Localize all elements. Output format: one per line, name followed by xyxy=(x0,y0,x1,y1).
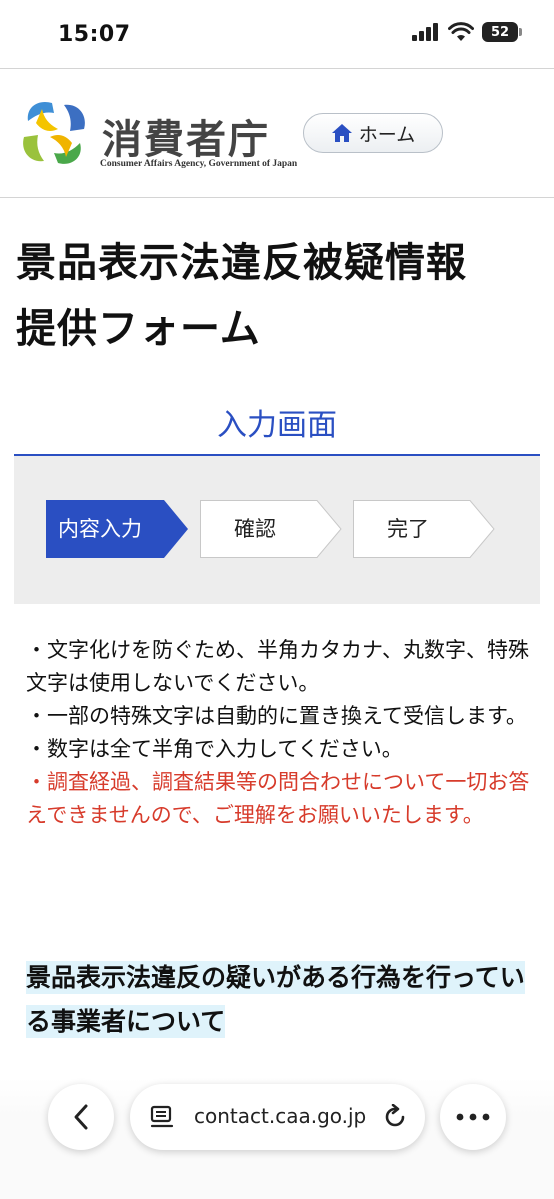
page-title-line2: 提供フォーム xyxy=(16,306,261,352)
chevron-left-icon xyxy=(74,1104,88,1130)
step-confirm: 確認 xyxy=(200,500,342,558)
progress-steps: 内容入力 確認 完了 xyxy=(14,456,540,604)
cellular-signal-icon xyxy=(412,23,438,41)
agency-logo-icon[interactable] xyxy=(14,95,94,171)
home-icon xyxy=(331,124,352,142)
form-notices: ・文字化けを防ぐため、半角カタカナ、丸数字、特殊文字は使用しないでください。 ・… xyxy=(26,634,532,832)
more-dots-icon xyxy=(456,1113,490,1121)
section-heading: 景品表示法違反の疑いがある行為を行っている事業者について xyxy=(26,956,536,1044)
warning-notice: ・調査経過、調査結果等の問合わせについて一切お答えできませんので、ご理解をお願い… xyxy=(26,770,530,827)
back-button[interactable] xyxy=(48,1084,114,1150)
site-header: 消費者庁 Consumer Affairs Agency, Government… xyxy=(0,68,554,198)
step-complete: 完了 xyxy=(353,500,495,558)
screen-label: 入力画面 xyxy=(217,408,337,443)
page-menu-icon[interactable] xyxy=(150,1105,176,1129)
notice-item: ・数字は全て半角で入力してください。 xyxy=(26,737,403,761)
step-label: 完了 xyxy=(387,517,429,541)
status-icons: 52 xyxy=(412,22,522,42)
notice-item: ・一部の特殊文字は自動的に置き換えて受信します。 xyxy=(26,704,527,728)
step-content-input: 内容入力 xyxy=(46,500,188,558)
browser-toolbar: contact.caa.go.jp xyxy=(0,1078,554,1199)
section-heading-text: 景品表示法違反の疑いがある行為を行っている事業者について xyxy=(26,961,525,1038)
agency-subtitle: Consumer Affairs Agency, Government of J… xyxy=(100,159,298,169)
url-text[interactable]: contact.caa.go.jp xyxy=(194,1104,366,1128)
more-button[interactable] xyxy=(440,1084,506,1150)
home-button-label: ホーム xyxy=(358,123,416,146)
page-title: 景品表示法違反被疑情報 提供フォーム xyxy=(16,230,536,362)
step-label: 確認 xyxy=(234,517,276,541)
home-button[interactable]: ホーム xyxy=(303,113,443,153)
battery-icon: 52 xyxy=(482,22,522,42)
wifi-icon xyxy=(448,22,474,41)
battery-level: 52 xyxy=(490,24,510,40)
reload-icon[interactable] xyxy=(382,1104,408,1130)
status-bar: 15:07 52 xyxy=(0,0,554,68)
page-title-line1: 景品表示法違反被疑情報 xyxy=(16,240,467,286)
notice-item: ・文字化けを防ぐため、半角カタカナ、丸数字、特殊文字は使用しないでください。 xyxy=(26,638,529,695)
step-label: 内容入力 xyxy=(58,517,142,541)
status-time: 15:07 xyxy=(58,22,131,47)
agency-name: 消費者庁 xyxy=(102,116,270,163)
address-bar[interactable]: contact.caa.go.jp xyxy=(130,1084,425,1150)
